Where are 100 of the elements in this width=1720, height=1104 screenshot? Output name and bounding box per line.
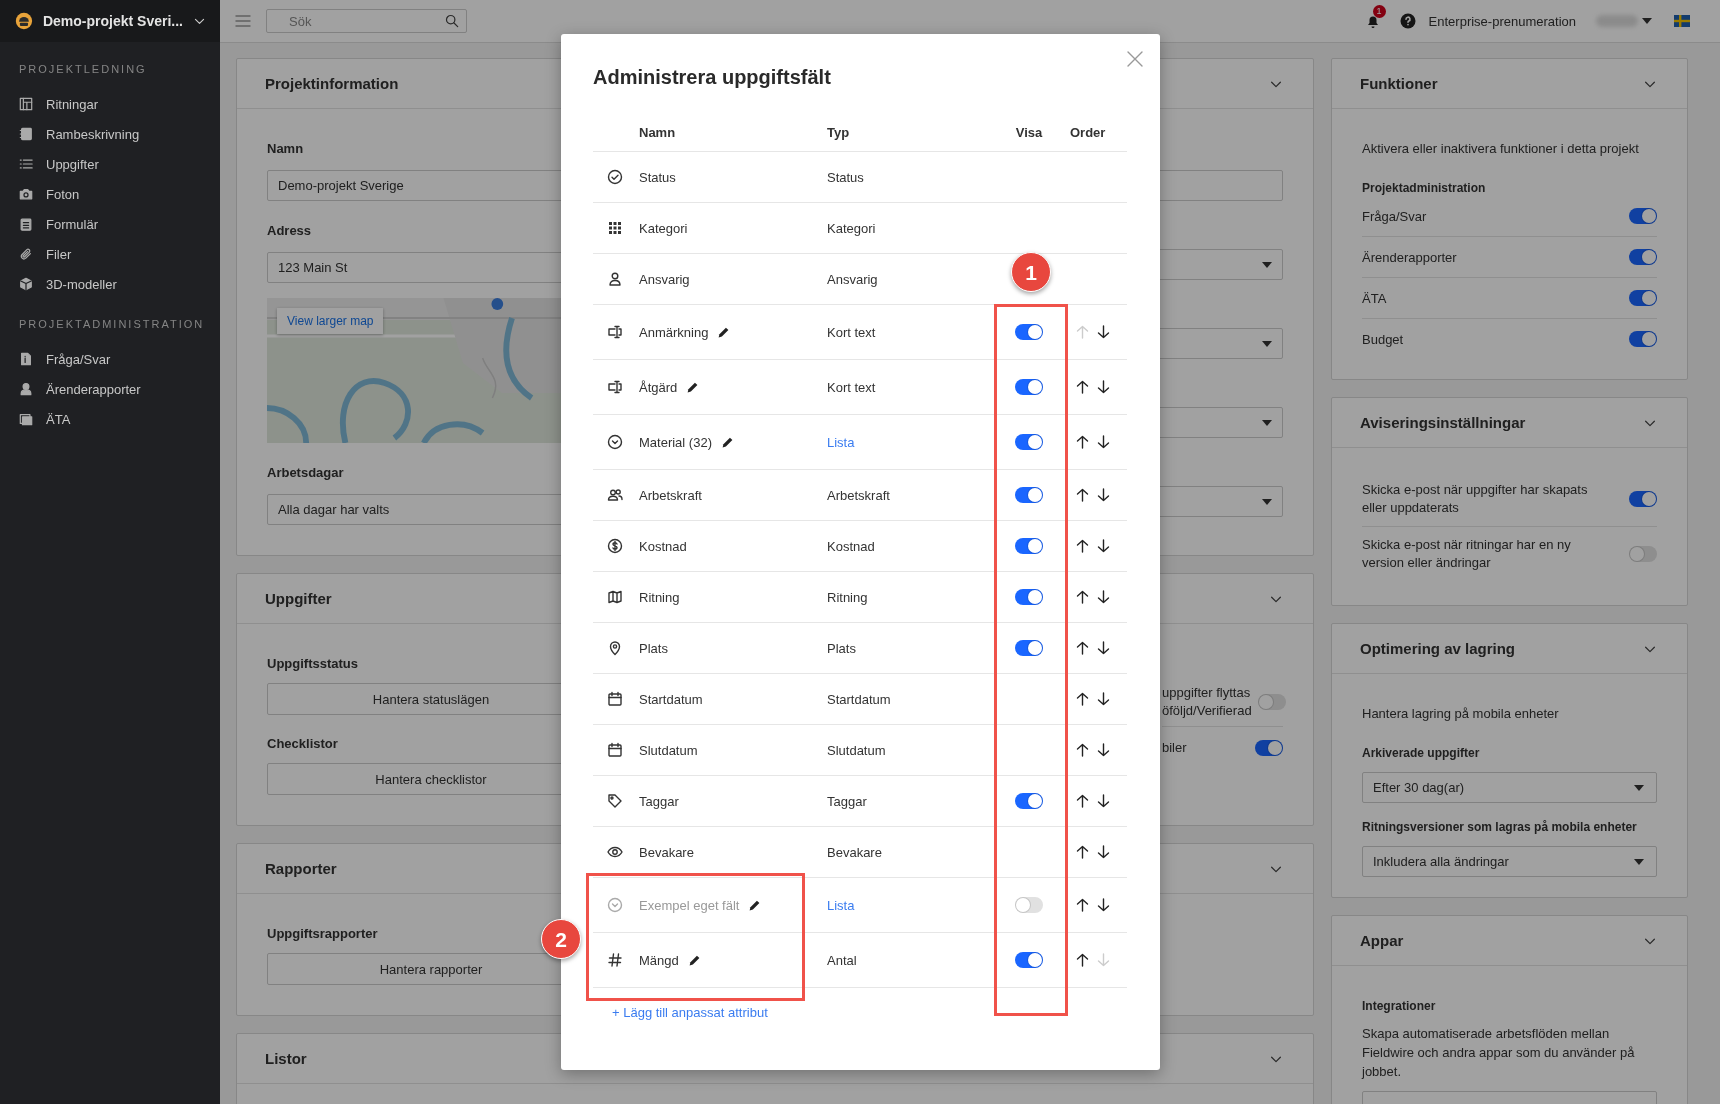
visibility-toggle[interactable] <box>1015 640 1043 656</box>
visibility-toggle[interactable] <box>1015 538 1043 554</box>
caret-icon <box>1262 261 1272 268</box>
logo-icon <box>15 10 33 32</box>
sidebar-item[interactable]: Ärenderapporter <box>0 374 220 404</box>
person-icon <box>607 271 623 287</box>
arrow-up-icon[interactable] <box>1076 953 1089 967</box>
arrow-down-icon[interactable] <box>1097 590 1110 604</box>
chevron-circle-icon <box>607 434 623 450</box>
sidebar-item[interactable]: Ritningar <box>0 89 220 119</box>
arrow-down-icon[interactable] <box>1097 898 1110 912</box>
arrow-down-icon[interactable] <box>1097 692 1110 706</box>
visibility-toggle[interactable] <box>1015 952 1043 968</box>
arrow-down-icon[interactable] <box>1097 435 1110 449</box>
section-heading: PROJEKTLEDNING <box>18 63 148 76</box>
flag-icon[interactable] <box>1674 15 1690 27</box>
dropdown-field[interactable]: Efter 30 dag(ar) <box>1362 772 1657 803</box>
arrow-down-icon[interactable] <box>1097 380 1110 394</box>
toggle-switch[interactable] <box>1255 740 1283 756</box>
card-title: Rapporter <box>265 860 337 877</box>
sidebar-item[interactable]: Fråga/Svar <box>0 344 220 374</box>
field-name: Anmärkning <box>639 324 709 340</box>
arrow-up-icon[interactable] <box>1076 845 1089 859</box>
type-link[interactable]: Lista <box>827 897 990 913</box>
visibility-toggle[interactable] <box>1015 487 1043 503</box>
close-icon[interactable] <box>1126 50 1144 68</box>
arrow-down-icon[interactable] <box>1097 794 1110 808</box>
visibility-toggle[interactable] <box>1015 434 1043 450</box>
sidebar-item[interactable]: Filer <box>0 239 220 269</box>
visibility-toggle[interactable] <box>1015 379 1043 395</box>
pencil-icon[interactable] <box>687 953 701 967</box>
arrow-up-icon[interactable] <box>1076 435 1089 449</box>
dropdown-field[interactable]: Inkludera alla ändringar <box>1362 846 1657 877</box>
sidebar-item[interactable]: Formulär <box>0 209 220 239</box>
field-type: Kostnad <box>827 538 876 554</box>
field-type: Bevakare <box>827 844 883 860</box>
arrow-down-icon[interactable] <box>1097 325 1110 339</box>
pencil-icon[interactable] <box>717 325 731 339</box>
field-label: Arbetsdagar <box>267 465 344 481</box>
field-name: Kategori <box>639 220 688 236</box>
toggle-switch[interactable] <box>1629 331 1657 347</box>
toggle-switch[interactable] <box>1629 208 1657 224</box>
arrow-up-icon[interactable] <box>1076 380 1089 394</box>
toggle-switch[interactable] <box>1629 249 1657 265</box>
arrow-down-icon[interactable] <box>1097 539 1110 553</box>
field-type: Kategori <box>827 220 877 236</box>
plan-label[interactable]: Enterprise-prenumeration <box>1428 13 1576 29</box>
toggle-switch[interactable] <box>1257 694 1286 710</box>
toggle-switch[interactable] <box>1629 290 1657 306</box>
field-name: Exempel eget fält <box>639 897 740 913</box>
arrow-up-icon[interactable] <box>1076 488 1089 502</box>
toggle-switch[interactable] <box>1629 546 1657 562</box>
field-type: Taggar <box>827 793 868 809</box>
people-icon <box>607 487 623 503</box>
arrow-up-icon[interactable] <box>1076 641 1089 655</box>
field-label: Adress <box>267 223 312 239</box>
sidebar-item[interactable]: Rambeskrivning <box>0 119 220 149</box>
pencil-icon[interactable] <box>748 898 762 912</box>
pencil-icon[interactable] <box>720 435 734 449</box>
arrow-up-icon[interactable] <box>1076 539 1089 553</box>
search-field[interactable]: Sök <box>266 9 467 33</box>
notification-badge: 1 <box>1372 5 1386 18</box>
calendar-icon <box>607 742 623 758</box>
arrow-up-icon[interactable] <box>1076 692 1089 706</box>
arrow-up-icon[interactable] <box>1076 794 1089 808</box>
card-title: Uppgifter <box>265 590 332 607</box>
arrow-down-icon[interactable] <box>1097 641 1110 655</box>
setting-label: Fråga/Svar <box>1362 208 1427 224</box>
grid-icon <box>607 220 623 236</box>
sidebar-item[interactable]: ÄTA <box>0 404 220 434</box>
arrow-up-icon[interactable] <box>1076 898 1089 912</box>
arrow-up-icon[interactable] <box>1076 743 1089 757</box>
help-icon[interactable] <box>1399 13 1416 29</box>
visibility-toggle[interactable] <box>1015 897 1043 913</box>
visibility-toggle[interactable] <box>1015 324 1043 340</box>
type-link[interactable]: Lista <box>827 434 990 450</box>
field-name: Bevakare <box>639 844 694 860</box>
person-icon <box>19 382 33 396</box>
pencil-icon[interactable] <box>686 380 700 394</box>
sidebar-item[interactable]: Foton <box>0 179 220 209</box>
sidebar-item[interactable]: 3D-modeller <box>0 269 220 299</box>
dialog-title: Administrera uppgiftsfält <box>593 65 832 90</box>
caret-icon <box>1634 784 1644 791</box>
toggle-switch[interactable] <box>1629 491 1657 507</box>
text-field-icon <box>607 379 623 395</box>
sidebar-item[interactable]: Uppgifter <box>0 149 220 179</box>
arrow-up-icon[interactable] <box>1076 590 1089 604</box>
arrow-down-icon[interactable] <box>1097 845 1110 859</box>
column-header: Order <box>1069 125 1107 140</box>
text-field-icon <box>607 324 623 340</box>
visibility-toggle[interactable] <box>1015 793 1043 809</box>
add-attribute-link[interactable]: + Lägg till anpassat attribut <box>612 1005 768 1020</box>
section-label: Ritningsversioner som lagras på mobila enheter <box>1362 819 1638 835</box>
visibility-toggle[interactable] <box>1015 589 1043 605</box>
field-type: Antal <box>827 952 858 968</box>
arrow-down-icon[interactable] <box>1097 488 1110 502</box>
map-link-button[interactable]: View larger map <box>277 308 384 334</box>
project-header[interactable]: Demo-projekt Sveri... <box>0 0 220 42</box>
arrow-down-icon[interactable] <box>1097 743 1110 757</box>
caret-icon <box>1262 419 1272 426</box>
